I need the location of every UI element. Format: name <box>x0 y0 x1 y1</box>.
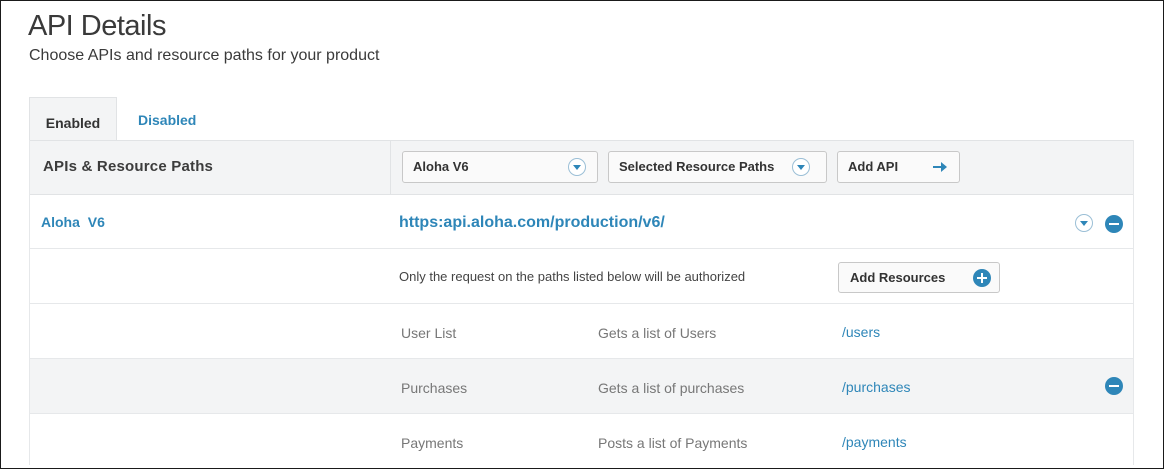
add-resources-label: Add Resources <box>850 270 946 285</box>
api-url[interactable]: https:api.aloha.com/production/v6/ <box>399 214 665 232</box>
api-select-value: Aloha V6 <box>413 159 469 174</box>
resource-description: Gets a list of Users <box>598 325 717 341</box>
api-select[interactable]: Aloha V6 <box>402 151 598 183</box>
resource-name: Purchases <box>401 380 468 396</box>
expand-icon[interactable] <box>1075 214 1093 232</box>
resource-note-row: Only the request on the paths listed bel… <box>30 249 1133 304</box>
tab-enabled[interactable]: Enabled <box>29 97 117 140</box>
resource-description: Gets a list of purchases <box>598 380 745 396</box>
table-header-label: APIs & Resource Paths <box>43 158 214 175</box>
api-row: Aloha V6 https:api.aloha.com/production/… <box>30 195 1133 249</box>
api-name[interactable]: Aloha V6 <box>41 214 105 230</box>
table-row: Purchases Gets a list of purchases /purc… <box>30 359 1133 414</box>
arrow-right-icon <box>933 162 947 172</box>
table-header-row: APIs & Resource Paths Aloha V6 Selected … <box>30 140 1133 195</box>
resource-description: Posts a list of Payments <box>598 435 748 451</box>
chevron-down-icon <box>792 158 810 176</box>
authorization-note: Only the request on the paths listed bel… <box>399 269 746 284</box>
resource-name: Payments <box>401 435 464 451</box>
resource-path-link[interactable]: /users <box>842 324 880 340</box>
resource-path-link[interactable]: /purchases <box>842 379 910 395</box>
chevron-down-icon <box>568 158 586 176</box>
page-title: API Details <box>28 10 166 42</box>
table-row: User List Gets a list of Users /users <box>30 304 1133 359</box>
remove-resource-icon[interactable] <box>1105 377 1123 395</box>
api-resource-table: APIs & Resource Paths Aloha V6 Selected … <box>29 140 1134 465</box>
tab-disabled[interactable]: Disabled <box>138 97 196 140</box>
resource-paths-select-value: Selected Resource Paths <box>619 159 775 174</box>
add-api-button[interactable]: Add API <box>837 151 960 183</box>
resource-paths-select[interactable]: Selected Resource Paths <box>608 151 827 183</box>
add-api-label: Add API <box>848 159 899 174</box>
resource-name: User List <box>401 325 457 341</box>
resource-path-link[interactable]: /payments <box>842 434 907 450</box>
remove-api-icon[interactable] <box>1105 215 1123 233</box>
table-row: Payments Posts a list of Payments /payme… <box>30 414 1133 469</box>
add-resources-button[interactable]: Add Resources <box>838 262 1000 293</box>
header-divider <box>390 141 391 195</box>
plus-icon <box>973 269 991 287</box>
page-subtitle: Choose APIs and resource paths for your … <box>29 47 380 64</box>
